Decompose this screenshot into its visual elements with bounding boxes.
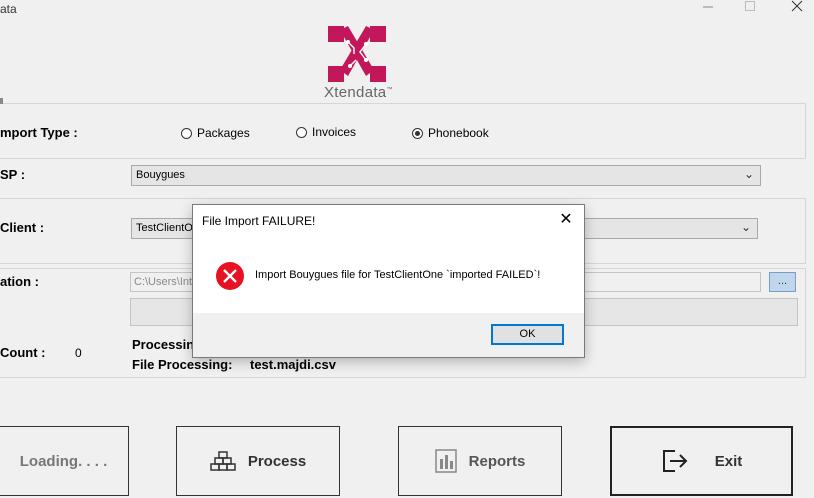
minimize-icon [703,6,713,8]
logo-brand: Xtendata [324,84,387,101]
exit-icon [662,450,688,472]
chevron-down-icon[interactable]: ⌄ [744,167,754,181]
client-label: Client : [0,220,45,235]
minimize-button[interactable] [688,0,728,20]
radio-label: Packages [197,126,250,140]
loading-label: Loading. . . . [19,452,108,470]
close-icon [791,0,803,12]
report-chart-icon [434,449,457,473]
count-label: Count : [0,345,46,360]
process-button[interactable]: Process [176,426,340,496]
chevron-down-icon[interactable]: ⌄ [741,220,751,234]
radio-circle-selected[interactable] [412,127,423,139]
browse-button[interactable]: ... [769,272,796,292]
logo-text: Xtendata™ [324,84,393,101]
boxes-icon [210,451,236,471]
error-icon [216,262,244,290]
loading-button[interactable]: Loading. . . . [0,426,129,496]
isp-value: Bouygues [136,169,185,181]
close-icon[interactable]: ✕ [559,211,572,228]
exit-button[interactable]: Exit [610,426,793,496]
dialog-title: File Import FAILURE! [202,214,316,228]
location-label: ation : [0,274,39,289]
error-dialog: File Import FAILURE! ✕ Import Bouygues f… [192,204,585,358]
import-type-label: mport Type : [0,125,78,140]
ok-button[interactable]: OK [491,324,564,345]
logo-tm: ™ [386,87,393,93]
isp-select[interactable]: Bouygues ⌄ [131,165,761,186]
radio-label: Phonebook [428,126,489,140]
close-button[interactable] [777,0,814,20]
dialog-message: Import Bouygues file for TestClientOne `… [255,269,541,281]
xtendata-logo-icon [328,26,386,82]
exit-label: Exit [714,452,743,470]
group-marker [0,98,3,104]
radio-phonebook[interactable]: Phonebook [412,126,489,140]
reports-button[interactable]: Reports [398,426,562,496]
maximize-button[interactable] [730,0,770,20]
reports-label: Reports [468,452,526,470]
file-processing-label: File Processing: [132,357,233,372]
file-processing-value: test.majdi.csv [250,357,336,372]
radio-invoices[interactable]: Invoices [296,125,356,139]
dialog-close-button[interactable]: ✕ [554,209,578,229]
isp-label: SP : [0,167,26,182]
process-label: Process [247,452,307,470]
window-title: ata [0,2,17,16]
radio-packages[interactable]: Packages [181,126,250,140]
radio-circle[interactable] [181,127,192,139]
radio-circle[interactable] [296,126,307,138]
import-type-group [0,103,806,159]
count-value: 0 [75,346,82,360]
radio-label: Invoices [312,125,357,139]
maximize-icon [745,1,755,11]
